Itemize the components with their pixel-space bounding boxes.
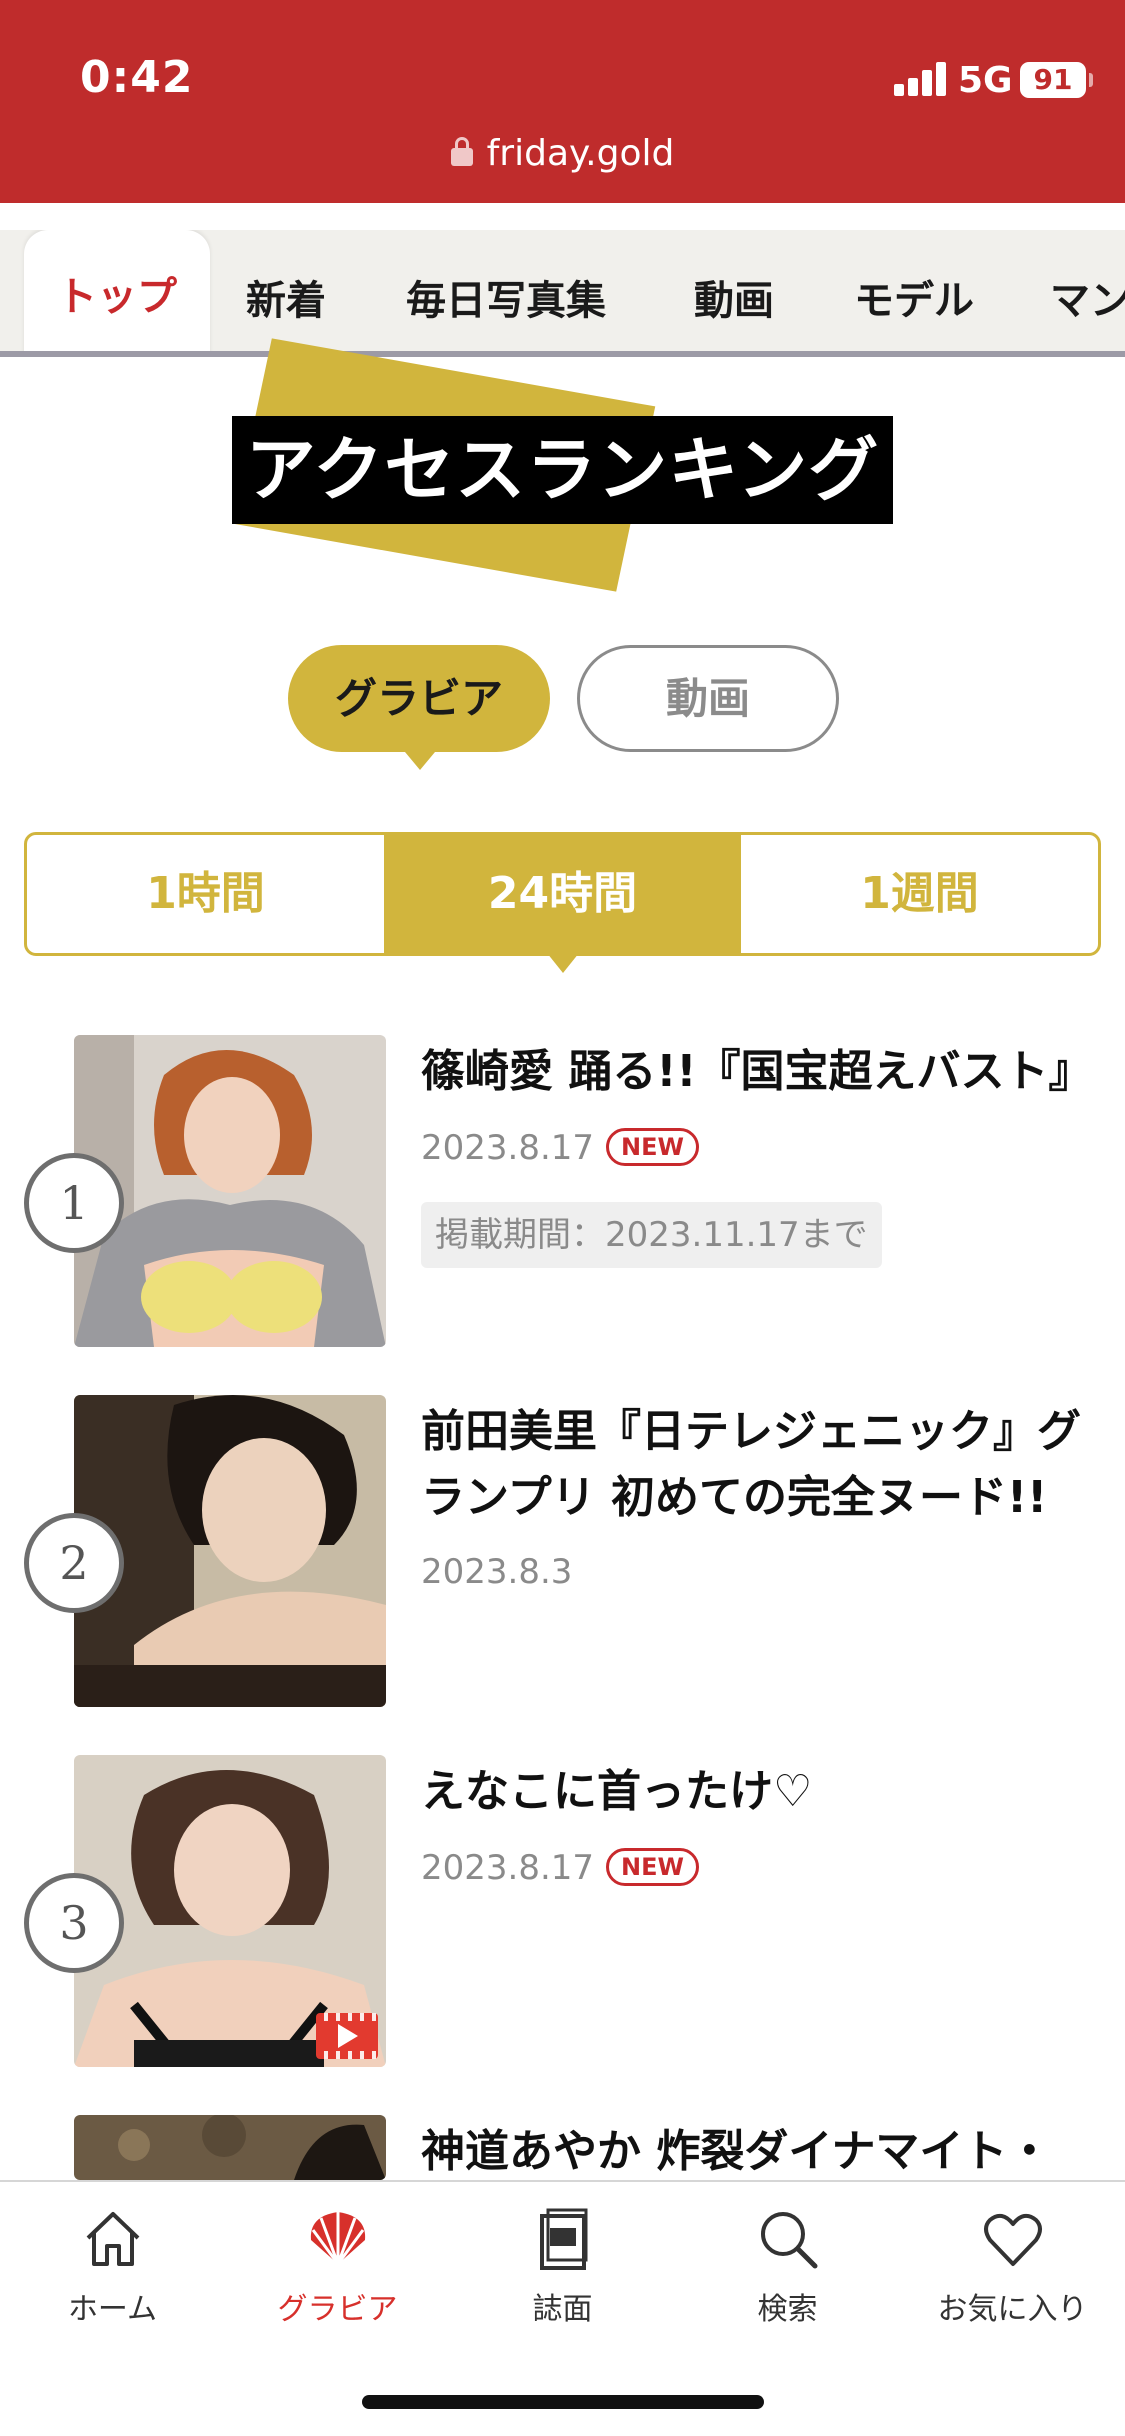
video-icon bbox=[316, 2013, 378, 2059]
shell-icon bbox=[305, 2206, 371, 2272]
type-video-button[interactable]: 動画 bbox=[577, 645, 839, 752]
ranking-item[interactable]: 神道あやか 炸裂ダイナマイト・ bbox=[0, 2115, 1125, 2180]
ranking-item[interactable]: 2 前田美里『日テレジェニック』グランプリ 初めての完全ヌード!! 2023.8… bbox=[0, 1395, 1125, 1707]
search-icon bbox=[755, 2206, 821, 2272]
ranking-item[interactable]: 3 えなこに首ったけ♡ 2023.8.17 NEW bbox=[0, 1755, 1125, 2067]
publish-period: 掲載期間：2023.11.17まで bbox=[421, 1202, 882, 1268]
period-1w-button[interactable]: 1週間 bbox=[741, 835, 1098, 953]
battery-tip bbox=[1089, 73, 1093, 87]
status-time: 0:42 bbox=[80, 52, 194, 103]
nav-label: 誌面 bbox=[532, 2292, 593, 2327]
category-tabs: トップ 新着 毎日写真集 動画 モデル マン bbox=[0, 230, 1125, 357]
tab-model[interactable]: モデル bbox=[854, 268, 974, 326]
type-gravure-button[interactable]: グラビア bbox=[288, 645, 550, 770]
item-title[interactable]: 篠崎愛 踊る!!『国宝超えバスト』 bbox=[421, 1039, 1111, 1105]
nav-favorites[interactable]: お気に入り bbox=[900, 2206, 1125, 2346]
item-date-row: 2023.8.17 NEW bbox=[421, 1848, 699, 1888]
network-label: 5G bbox=[958, 60, 1013, 101]
tab-video[interactable]: 動画 bbox=[694, 268, 774, 326]
new-badge: NEW bbox=[606, 1128, 699, 1166]
item-date-row: 2023.8.17 NEW bbox=[421, 1128, 699, 1168]
home-icon bbox=[80, 2206, 146, 2272]
tab-new[interactable]: 新着 bbox=[246, 268, 326, 326]
lock-icon bbox=[450, 137, 473, 166]
item-title[interactable]: 神道あやか 炸裂ダイナマイト・ bbox=[421, 2119, 1111, 2180]
magazine-icon bbox=[530, 2206, 596, 2272]
nav-label: ホーム bbox=[67, 2292, 158, 2327]
tab-top[interactable]: トップ bbox=[24, 230, 210, 351]
new-badge: NEW bbox=[606, 1848, 699, 1886]
tab-manga[interactable]: マン bbox=[1050, 268, 1125, 326]
thumbnail-image[interactable] bbox=[74, 2115, 386, 2180]
tab-daily-photobook[interactable]: 毎日写真集 bbox=[406, 268, 606, 326]
section-heading: アクセスランキング bbox=[232, 416, 893, 524]
nav-gravure[interactable]: グラビア bbox=[225, 2206, 450, 2346]
rank-badge: 1 bbox=[24, 1153, 124, 1253]
rank-badge: 2 bbox=[24, 1513, 124, 1613]
address-bar[interactable]: friday.gold bbox=[0, 133, 1125, 174]
period-1h-button[interactable]: 1時間 bbox=[27, 835, 384, 953]
item-date: 2023.8.3 bbox=[421, 1552, 573, 1592]
period-24h-button[interactable]: 24時間 bbox=[384, 835, 741, 973]
nav-label: お気に入り bbox=[937, 2292, 1088, 2327]
url-text: friday.gold bbox=[486, 133, 675, 174]
nav-label: グラビア bbox=[277, 2292, 398, 2327]
signal-icon bbox=[894, 62, 946, 96]
nav-magazine[interactable]: 誌面 bbox=[450, 2206, 675, 2346]
item-title[interactable]: えなこに首ったけ♡ bbox=[421, 1759, 1111, 1825]
item-date: 2023.8.17 bbox=[421, 1128, 595, 1168]
heart-icon bbox=[980, 2206, 1046, 2272]
home-indicator[interactable] bbox=[362, 2395, 764, 2409]
period-toggle: 1時間 24時間 1週間 bbox=[24, 832, 1101, 973]
battery-icon: 91 bbox=[1020, 62, 1086, 98]
ranking-item[interactable]: 1 篠崎愛 踊る!!『国宝超えバスト』 2023.8.17 NEW 掲載期間：20… bbox=[0, 1035, 1125, 1347]
nav-home[interactable]: ホーム bbox=[0, 2206, 225, 2346]
browser-header: 0:42 5G 91 friday.gold bbox=[0, 0, 1125, 203]
nav-search[interactable]: 検索 bbox=[675, 2206, 900, 2346]
item-title[interactable]: 前田美里『日テレジェニック』グランプリ 初めての完全ヌード!! bbox=[421, 1399, 1111, 1531]
nav-label: 検索 bbox=[757, 2292, 818, 2327]
rank-badge: 3 bbox=[24, 1873, 124, 1973]
item-date: 2023.8.17 bbox=[421, 1848, 595, 1888]
